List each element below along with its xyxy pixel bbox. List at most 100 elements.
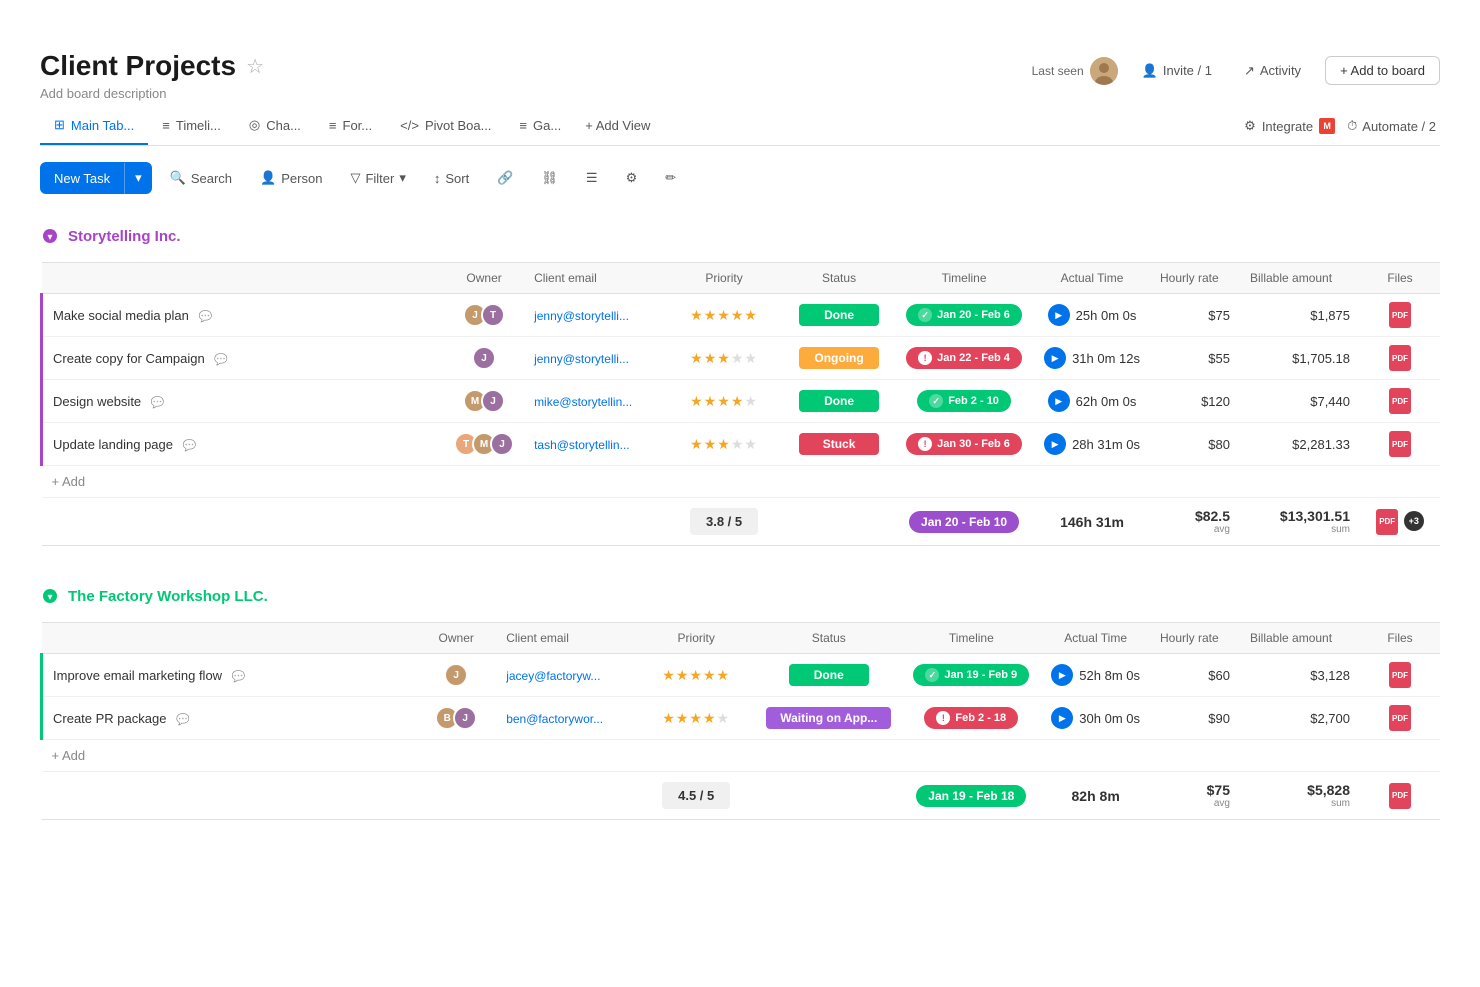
play-button[interactable]: ▶ [1051,707,1073,729]
section-toggle-storytelling[interactable]: ▾ [40,226,60,246]
email-link[interactable]: jenny@storytelli... [534,309,629,323]
chain-icon-button[interactable]: ⛓ [531,163,568,193]
priority-cell: ★★★★★ [664,294,784,337]
task-cell: Improve email marketing flow 💬 [42,654,417,697]
comment-icon[interactable]: 💬 [176,713,190,726]
email-link[interactable]: tash@storytellin... [534,438,630,452]
email-link[interactable]: jenny@storytelli... [534,352,629,366]
owner-cell: BJ [416,697,496,740]
tab-form[interactable]: ≡ For... [315,108,386,145]
integrate-button[interactable]: ⚙ Integrate M [1244,118,1335,134]
task-cell: Make social media plan 💬 [42,294,445,337]
add-task-cell[interactable]: + Add [42,740,1441,772]
person-icon: 👤 [1142,63,1158,79]
comment-icon[interactable]: 💬 [151,396,165,409]
task-cell: Create PR package 💬 [42,697,417,740]
pdf-icon[interactable]: PDF [1389,662,1411,688]
col2-header-billable: Billable amount [1240,623,1360,654]
timeline-cell: ✓ Jan 19 - Feb 9 [901,654,1041,697]
gear-icon-button[interactable]: ⚙ [616,163,648,193]
new-task-button[interactable]: New Task ▾ [40,162,152,194]
section-toggle-factory[interactable]: ▾ [40,586,60,606]
col-header-files: Files [1360,263,1440,294]
tab-gallery[interactable]: ≡ Ga... [505,108,575,145]
email-link[interactable]: mike@storytellin... [534,395,632,409]
timeline-cell: ! Feb 2 - 18 [901,697,1041,740]
summary-files-cell: PDF [1360,772,1440,820]
pdf-icon[interactable]: PDF [1389,783,1411,809]
col-header-status: Status [784,263,894,294]
tab-gallery-icon: ≡ [519,118,527,133]
automate-icon: ⏱ [1347,118,1357,134]
add-to-board-button[interactable]: + Add to board [1325,56,1440,85]
favorite-icon[interactable]: ☆ [246,54,264,79]
tab-main[interactable]: ⊞ Main Tab... [40,107,148,145]
actual-time-cell: ▶ 25h 0m 0s [1034,294,1150,337]
pdf-icon[interactable]: PDF [1389,431,1411,457]
pdf-icon[interactable]: PDF [1389,705,1411,731]
time-value: 25h 0m 0s [1076,308,1137,323]
owner-cell: MJ [444,380,524,423]
tab-timeline[interactable]: ≡ Timeli... [148,108,235,145]
comment-icon[interactable]: 💬 [232,670,246,683]
tab-chart[interactable]: ◎ Cha... [235,107,315,145]
play-button[interactable]: ▶ [1044,347,1066,369]
status-badge: Stuck [799,433,879,455]
task-name: Make social media plan [53,308,189,323]
email-link[interactable]: ben@factorywor... [506,712,603,726]
rows-icon-button[interactable]: ☰ [576,163,608,193]
page-subtitle[interactable]: Add board description [40,86,264,101]
play-button[interactable]: ▶ [1048,304,1070,326]
person-filter-button[interactable]: 👤 Person [250,163,332,193]
owner-cell: J [444,337,524,380]
activity-button[interactable]: ↗ Activity [1236,59,1309,83]
search-button[interactable]: 🔍 Search [160,163,242,193]
comment-icon[interactable]: 💬 [198,310,212,323]
task-cell: Create copy for Campaign 💬 [42,337,445,380]
filter-icon: ▽ [350,170,360,186]
table-row: Make social media plan 💬 JT jenny@storyt… [42,294,1441,337]
pen-icon-button[interactable]: ✏ [655,163,686,193]
play-button[interactable]: ▶ [1051,664,1073,686]
priority-cell: ★★★★★ [664,380,784,423]
pdf-icon[interactable]: PDF [1389,302,1411,328]
summary-row: 4.5 / 5 Jan 19 - Feb 18 82h 8m $75 avg $… [42,772,1441,820]
comment-icon[interactable]: 💬 [183,439,197,452]
add-task-cell[interactable]: + Add [42,466,1441,498]
tab-pivot[interactable]: </> Pivot Boa... [386,108,505,145]
task-name: Design website [53,394,141,409]
automate-button[interactable]: ⏱ Automate / 2 [1347,118,1436,134]
extra-files-badge: +3 [1404,511,1424,531]
status-cell: Done [756,654,901,697]
comment-icon[interactable]: 💬 [214,353,228,366]
time-value: 52h 8m 0s [1079,668,1140,683]
files-cell: PDF [1360,380,1440,423]
integrate-icon: ⚙ [1244,118,1256,134]
new-task-dropdown-icon[interactable]: ▾ [125,162,152,194]
add-view-button[interactable]: + Add View [575,112,660,141]
priority-avg: 4.5 / 5 [662,782,730,809]
email-link[interactable]: jacey@factoryw... [506,669,600,683]
table-header-row: Owner Client email Priority Status Timel… [42,263,1441,294]
play-button[interactable]: ▶ [1048,390,1070,412]
time-value: 28h 31m 0s [1072,437,1140,452]
summary-status-cell [784,498,894,546]
actual-time-cell: ▶ 31h 0m 12s [1034,337,1150,380]
hourly-rate-cell: $80 [1150,423,1240,466]
pdf-icon[interactable]: PDF [1389,345,1411,371]
hourly-rate-cell: $60 [1150,654,1240,697]
last-seen: Last seen [1032,57,1118,85]
pdf-icon[interactable]: PDF [1376,509,1398,535]
play-button[interactable]: ▶ [1044,433,1066,455]
section-storytelling: ▾ Storytelling Inc. Owner Client email P… [40,218,1440,546]
owner-cell: J [416,654,496,697]
priority-cell: ★★★★★ [664,337,784,380]
filter-button[interactable]: ▽ Filter ▾ [340,163,415,193]
sort-button[interactable]: ↕ Sort [424,164,479,193]
gear-icon: ⚙ [626,170,638,186]
col2-header-email: Client email [496,623,636,654]
invite-button[interactable]: 👤 Invite / 1 [1134,59,1220,83]
link-icon-button[interactable]: 🔗 [487,163,523,193]
pdf-icon[interactable]: PDF [1389,388,1411,414]
col-header-priority: Priority [664,263,784,294]
